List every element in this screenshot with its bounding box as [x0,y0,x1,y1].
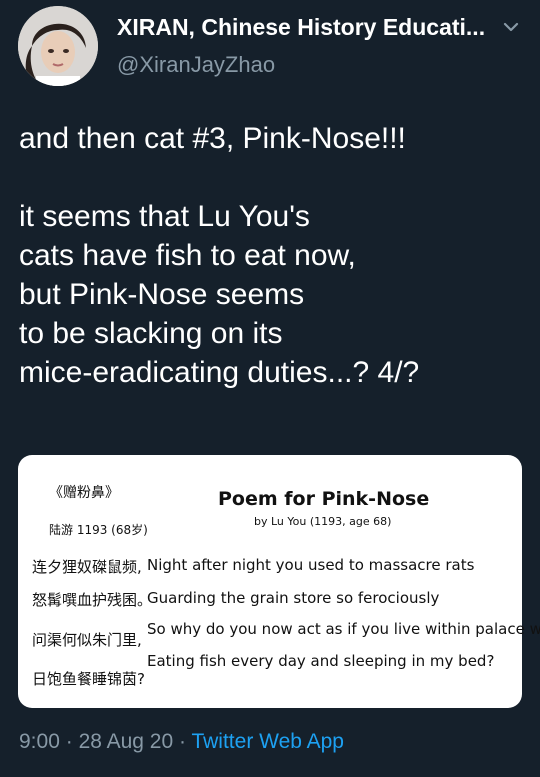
poem-line-english: So why do you now act as if you live wit… [147,620,540,638]
tweet-date[interactable]: 28 Aug 20 [79,730,174,753]
poem-author-chinese: 陆游 1193 (68岁) [49,523,148,537]
poem-line-chinese: 问渠何似朱门里, [32,631,142,649]
poem-line-english: Eating fish every day and sleeping in my… [147,652,495,670]
tweet-time[interactable]: 9:00 [19,730,60,753]
meta-separator: · [179,730,186,753]
chevron-down-icon[interactable] [500,16,522,38]
author-display-name[interactable]: XIRAN, Chinese History Educati... [117,14,485,41]
poem-title-chinese: 《赠粉鼻》 [49,485,119,501]
poem-line-chinese: 连夕狸奴磔鼠频, [32,558,142,576]
poem-line-english: Guarding the grain store so ferociously [147,589,440,607]
poem-line-chinese: 日饱鱼餐睡锦茵? [32,670,145,688]
avatar[interactable] [18,6,98,86]
poem-byline-english: by Lu You (1193, age 68) [254,515,392,528]
poem-title-english: Poem for Pink-Nose [218,488,430,510]
meta-separator: · [65,730,73,753]
avatar-image [18,6,98,86]
tweet-text: and then cat #3, Pink-Nose!!! it seems t… [19,122,420,389]
poem-line-english: Night after night you used to massacre r… [147,556,475,574]
poem-line-chinese: 怒髯噀血护残囷。 [32,591,153,609]
author-handle[interactable]: @XiranJayZhao [117,52,275,78]
tweet-meta: 9:00 · 28 Aug 20 · Twitter Web App [19,730,344,754]
tweet-image[interactable]: 《赠粉鼻》 陆游 1193 (68岁) Poem for Pink-Nose b… [18,455,540,708]
tweet-source-link[interactable]: Twitter Web App [191,730,344,753]
